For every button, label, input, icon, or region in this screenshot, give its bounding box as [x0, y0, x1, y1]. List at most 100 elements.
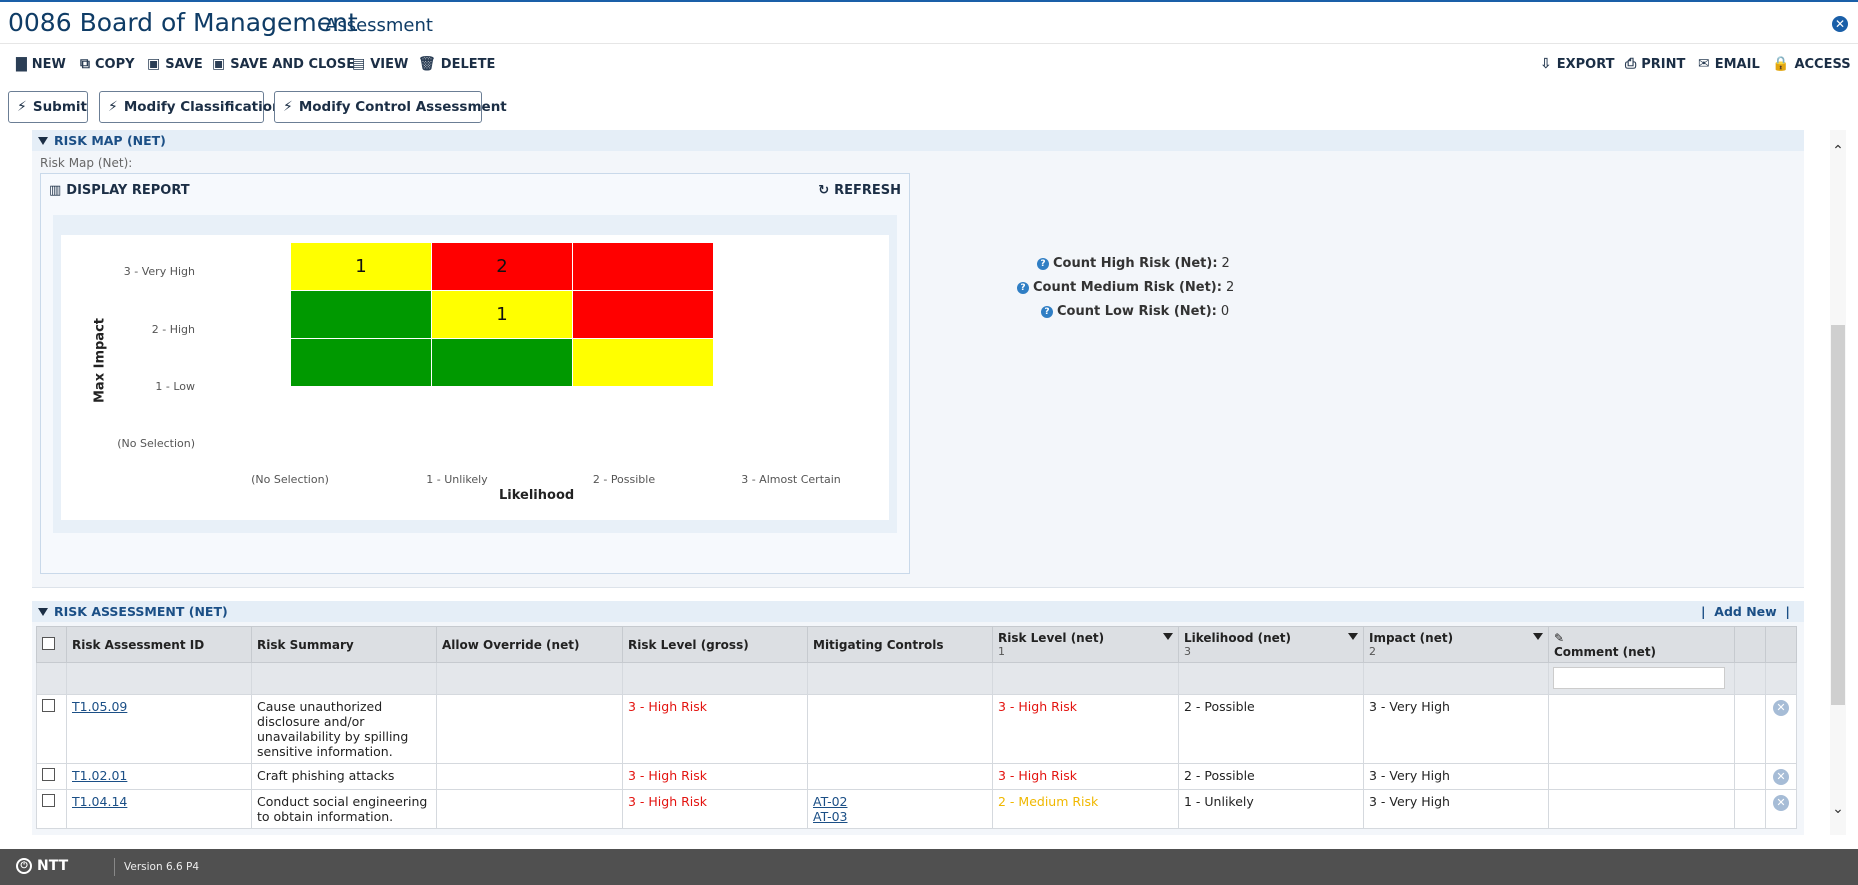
remove-row-icon[interactable]: ✕ — [1773, 700, 1789, 716]
view-button[interactable]: ▤ VIEW — [352, 56, 408, 72]
impact-net-cell: 3 - Very High — [1363, 763, 1549, 790]
delete-button[interactable]: 🗑 DELETE — [418, 56, 495, 72]
heatmap-cell[interactable] — [432, 339, 573, 387]
copy-button[interactable]: ⧉ COPY — [80, 56, 135, 72]
risk-map-section-header[interactable]: RISK MAP (NET) — [32, 130, 1804, 151]
col-risk-assessment-id[interactable]: Risk Assessment ID — [66, 626, 252, 663]
risk-id-cell: T1.04.14 — [66, 789, 252, 829]
y-axis-title: Max Impact — [92, 318, 108, 404]
risk-id-cell: T1.05.09 — [66, 694, 252, 764]
save-button[interactable]: ▣ SAVE — [147, 56, 203, 72]
vertical-scrollbar[interactable]: ⌃ ⌄ — [1828, 130, 1850, 835]
print-button[interactable]: ⎙ PRINT — [1625, 56, 1685, 72]
filter-dropdown-icon[interactable] — [1163, 633, 1173, 640]
col-risk-level-net[interactable]: Risk Level (net) 1 — [992, 626, 1179, 663]
lightning-icon: ⚡ — [283, 99, 293, 115]
row-checkbox[interactable] — [42, 699, 55, 712]
filter-dropdown-icon[interactable] — [1348, 633, 1358, 640]
risk-level-gross-cell: 3 - High Risk — [622, 694, 808, 764]
control-link[interactable]: AT-02 — [813, 794, 987, 809]
edit-icon[interactable]: ✎ — [1554, 631, 1729, 645]
table-row[interactable]: T1.05.09 Cause unauthorized disclosure an… — [36, 694, 1797, 764]
risk-level-gross-cell: 3 - High Risk — [622, 763, 808, 790]
col-impact-net[interactable]: Impact (net) 2 — [1363, 626, 1549, 663]
export-button[interactable]: ⇩ EXPORT — [1540, 56, 1615, 72]
submit-button[interactable]: ⚡ Submit — [8, 91, 88, 123]
comment-net-cell[interactable] — [1548, 763, 1735, 790]
remove-row-icon[interactable]: ✕ — [1773, 769, 1789, 785]
risk-id-link[interactable]: T1.04.14 — [72, 794, 127, 809]
access-button[interactable]: 🔒 ACCESS — [1772, 56, 1851, 72]
row-checkbox[interactable] — [42, 768, 55, 781]
mitigating-controls-cell — [807, 694, 993, 764]
table-row[interactable]: T1.02.01 Craft phishing attacks 3 - High R… — [36, 763, 1797, 790]
x-tick-label: 3 - Almost Certain — [741, 473, 841, 486]
save-icon: ▣ — [147, 56, 161, 72]
new-button[interactable]: ▇ NEW — [16, 56, 66, 72]
modify-control-assessment-button[interactable]: ⚡ Modify Control Assessment — [274, 91, 507, 123]
row-extra-cell — [1734, 763, 1766, 790]
heatmap-cell[interactable] — [291, 339, 432, 387]
scroll-down-icon[interactable]: ⌄ — [1831, 802, 1845, 816]
comment-net-cell[interactable] — [1548, 789, 1735, 829]
add-new-link[interactable]: | Add New | — [1701, 601, 1790, 622]
y-tick-label: (No Selection) — [117, 437, 195, 450]
comment-filter-input[interactable] — [1553, 667, 1725, 689]
col-risk-level-gross[interactable]: Risk Level (gross) — [622, 626, 808, 663]
comment-net-cell[interactable] — [1548, 694, 1735, 764]
risk-map-section: RISK MAP (NET) Risk Map (Net): ▥ DISPLAY … — [32, 130, 1804, 588]
lock-icon: 🔒 — [1772, 56, 1790, 72]
x-axis-title: Likelihood — [499, 488, 575, 503]
filter-dropdown-icon[interactable] — [1533, 633, 1543, 640]
remove-row-icon[interactable]: ✕ — [1773, 795, 1789, 811]
display-report-button[interactable]: ▥ DISPLAY REPORT — [49, 183, 190, 198]
heatmap-cell[interactable] — [573, 243, 714, 291]
scroll-up-icon[interactable]: ⌃ — [1831, 144, 1845, 158]
heatmap-cell[interactable]: 2 — [432, 243, 573, 291]
col-risk-summary[interactable]: Risk Summary — [251, 626, 437, 663]
allow-override-cell — [436, 694, 623, 764]
version-label: Version 6.6 P4 — [124, 861, 199, 873]
modify-classification-button[interactable]: ⚡ Modify Classification — [99, 91, 282, 123]
email-button[interactable]: ✉ EMAIL — [1698, 56, 1760, 72]
risk-id-link[interactable]: T1.05.09 — [72, 699, 127, 714]
help-icon[interactable]: ? — [1041, 305, 1053, 318]
risk-assessment-section-header[interactable]: RISK ASSESSMENT (NET) | Add New | — [32, 601, 1804, 622]
heatmap-cell[interactable]: 1 — [432, 291, 573, 339]
lightning-icon: ⚡ — [17, 99, 27, 115]
chart-icon: ▥ — [49, 183, 62, 198]
select-all-checkbox[interactable] — [42, 636, 55, 650]
toolbar: ▇ NEW ⧉ COPY ▣ SAVE ▣ SAVE AND CLOSE ▤ VIEW 🗑… — [0, 56, 1858, 80]
close-icon[interactable]: ✕ — [1832, 16, 1848, 32]
risk-id-link[interactable]: T1.02.01 — [72, 768, 127, 783]
scrollbar-thumb[interactable] — [1831, 325, 1845, 705]
heatmap-cell[interactable] — [291, 291, 432, 339]
help-icon[interactable]: ? — [1017, 281, 1029, 294]
lightning-icon: ⚡ — [108, 99, 118, 115]
page-subtitle: Assessment — [325, 15, 433, 36]
collapse-triangle-icon[interactable] — [38, 137, 48, 145]
col-likelihood-net[interactable]: Likelihood (net) 3 — [1178, 626, 1364, 663]
col-comment-net[interactable]: ✎ Comment (net) — [1548, 626, 1735, 663]
control-link[interactable]: AT-03 — [813, 809, 987, 824]
risk-assessment-table: Risk Assessment ID Risk Summary Allow Ov… — [36, 626, 1797, 829]
collapse-triangle-icon[interactable] — [38, 608, 48, 616]
save-and-close-button[interactable]: ▣ SAVE AND CLOSE — [212, 56, 355, 72]
heatmap-cell[interactable] — [573, 291, 714, 339]
refresh-button[interactable]: ↻ REFRESH — [818, 183, 901, 198]
row-checkbox[interactable] — [42, 794, 55, 807]
refresh-icon: ↻ — [818, 183, 830, 198]
likelihood-net-cell: 2 - Possible — [1178, 694, 1364, 764]
heatmap-cell[interactable] — [573, 339, 714, 387]
col-allow-override[interactable]: Allow Override (net) — [436, 626, 623, 663]
risk-map-report: ▥ DISPLAY REPORT ↻ REFRESH 3 - Very High 2… — [40, 173, 910, 574]
help-icon[interactable]: ? — [1037, 257, 1049, 270]
row-select-cell — [36, 789, 67, 829]
email-icon: ✉ — [1698, 56, 1710, 72]
row-remove-cell: ✕ — [1765, 763, 1797, 790]
col-mitigating-controls[interactable]: Mitigating Controls — [807, 626, 993, 663]
table-row[interactable]: T1.04.14 Conduct social engineering to ob… — [36, 789, 1797, 829]
count-medium-risk: ? Count Medium Risk (Net): 2 — [1017, 280, 1234, 295]
heatmap-cell[interactable]: 1 — [291, 243, 432, 291]
new-doc-icon: ▇ — [16, 56, 27, 72]
